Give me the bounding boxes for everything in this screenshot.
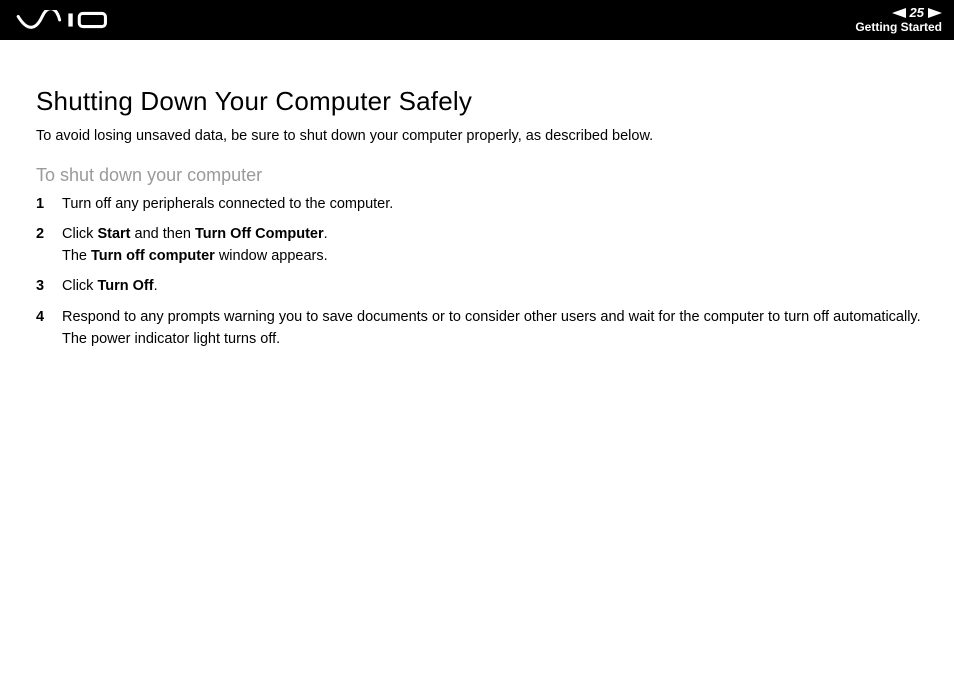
- steps-list: 1Turn off any peripherals connected to t…: [36, 194, 926, 350]
- prev-page-icon[interactable]: [892, 8, 906, 18]
- text: .: [324, 226, 328, 242]
- step-line: Respond to any prompts warning you to sa…: [62, 307, 926, 327]
- sub-heading: To shut down your computer: [36, 165, 926, 186]
- page-number: 25: [910, 6, 924, 20]
- document-page: 25 Getting Started Shutting Down Your Co…: [0, 0, 954, 674]
- step-number: 1: [36, 194, 62, 214]
- text: Click: [62, 226, 97, 242]
- step-line: Click Start and then Turn Off Computer.: [62, 224, 926, 244]
- bold-text: Turn off computer: [91, 248, 215, 264]
- step-line: Click Turn Off.: [62, 276, 926, 296]
- content-area: Shutting Down Your Computer Safely To av…: [0, 40, 954, 349]
- page-navigation: 25: [892, 6, 942, 20]
- header-bar: 25 Getting Started: [0, 0, 954, 40]
- text: window appears.: [215, 248, 328, 264]
- step-body: Turn off any peripherals connected to th…: [62, 194, 926, 214]
- step-body: Respond to any prompts warning you to sa…: [62, 307, 926, 350]
- step-number: 4: [36, 307, 62, 327]
- bold-text: Start: [97, 226, 130, 242]
- text: .: [154, 278, 158, 294]
- text: Click: [62, 278, 97, 294]
- bold-text: Turn Off Computer: [195, 226, 324, 242]
- step-line: The Turn off computer window appears.: [62, 246, 926, 266]
- step-item: 3Click Turn Off.: [36, 276, 926, 296]
- text: and then: [131, 226, 196, 242]
- step-item: 4Respond to any prompts warning you to s…: [36, 307, 926, 350]
- vaio-logo: [16, 10, 112, 30]
- step-body: Click Turn Off.: [62, 276, 926, 296]
- step-item: 2Click Start and then Turn Off Computer.…: [36, 224, 926, 267]
- step-line: Turn off any peripherals connected to th…: [62, 194, 926, 214]
- step-number: 2: [36, 224, 62, 244]
- text: Turn off any peripherals connected to th…: [62, 196, 393, 212]
- bold-text: Turn Off: [97, 278, 153, 294]
- intro-text: To avoid losing unsaved data, be sure to…: [36, 127, 926, 147]
- step-number: 3: [36, 276, 62, 296]
- text: The power indicator light turns off.: [62, 331, 280, 347]
- page-title: Shutting Down Your Computer Safely: [36, 86, 926, 117]
- step-item: 1Turn off any peripherals connected to t…: [36, 194, 926, 214]
- next-page-icon[interactable]: [928, 8, 942, 18]
- text: The: [62, 248, 91, 264]
- step-line: The power indicator light turns off.: [62, 329, 926, 349]
- section-name: Getting Started: [855, 21, 942, 34]
- step-body: Click Start and then Turn Off Computer.T…: [62, 224, 926, 267]
- text: Respond to any prompts warning you to sa…: [62, 309, 921, 325]
- header-right: 25 Getting Started: [855, 6, 942, 33]
